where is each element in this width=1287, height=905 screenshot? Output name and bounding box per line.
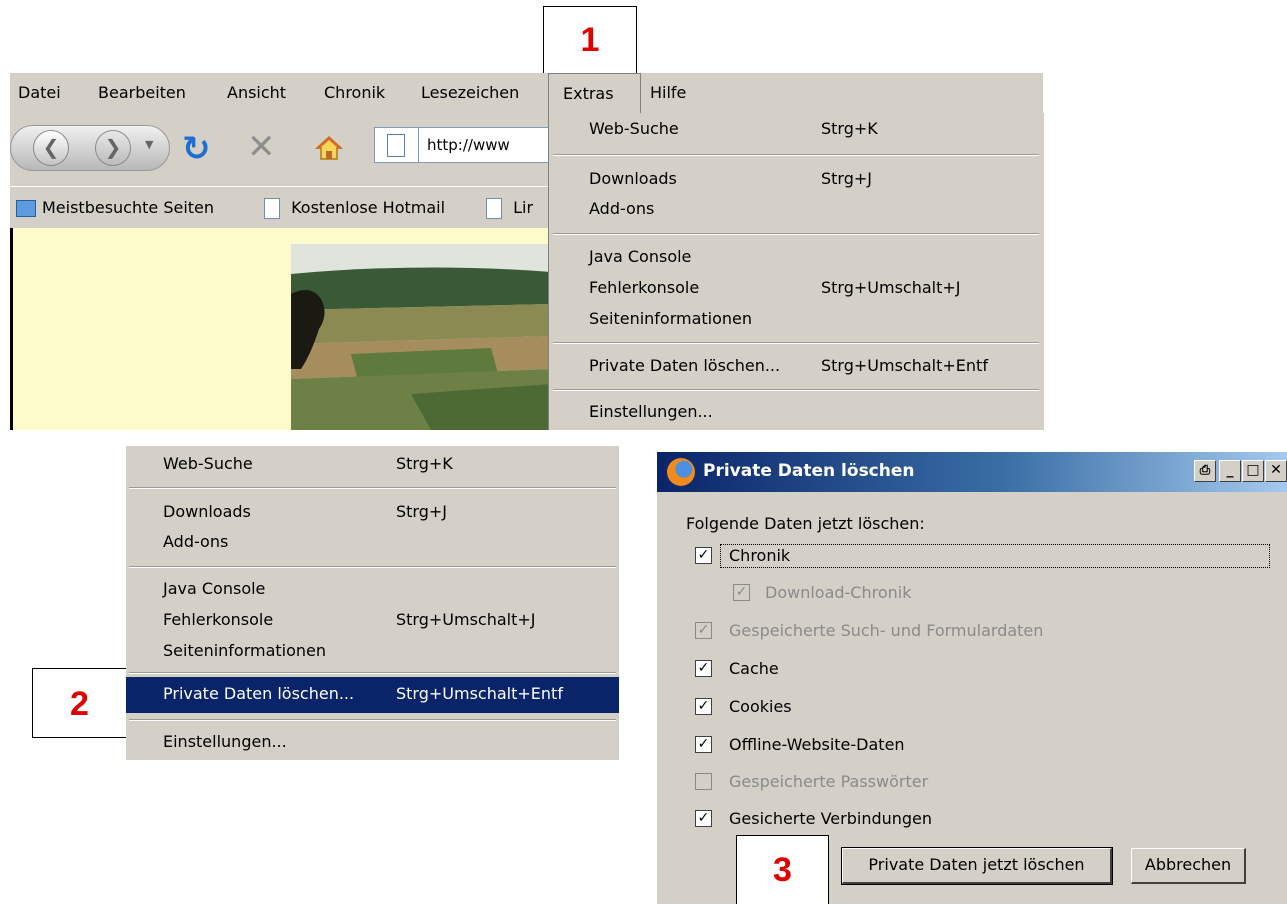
shortcut-web-search: Strg+K — [821, 119, 878, 138]
extras-menu-highlighted: Web-Suche Strg+K Downloads Strg+J Add-on… — [126, 446, 619, 760]
extras-menu: Web-Suche Strg+K Downloads Strg+J Add-on… — [548, 113, 1044, 430]
option-label-download-history: Download-Chronik — [765, 583, 912, 602]
dialog-title: Private Daten löschen — [703, 461, 915, 481]
bookmark-label: Meistbesuchte Seiten — [42, 198, 215, 217]
menu-separator — [553, 389, 1039, 391]
checkbox-history[interactable]: ✓ — [695, 547, 712, 564]
option-label-form-data: Gespeicherte Such- und Formulardaten — [729, 621, 1044, 640]
option-label-cookies: Cookies — [729, 697, 792, 716]
callout-step-2: 2 — [32, 668, 126, 738]
menu-lesezeichen[interactable]: Lesezeichen — [421, 83, 519, 102]
bookmark-label: Lir — [513, 198, 534, 217]
highlighted-menu-item[interactable]: Private Daten löschen... Strg+Umschalt+E… — [126, 677, 619, 713]
page-icon — [387, 134, 405, 157]
menu-item-page-info[interactable]: Seiteninformationen — [589, 309, 752, 328]
menu-item-addons[interactable]: Add-ons — [163, 532, 228, 551]
checkbox-cookies[interactable]: ✓ — [695, 698, 712, 715]
menu-bearbeiten[interactable]: Bearbeiten — [98, 83, 186, 102]
focus-rectangle — [720, 544, 1270, 568]
menu-item-clear-private-data[interactable]: Private Daten löschen... — [589, 356, 780, 375]
checkbox-passwords[interactable] — [695, 773, 712, 790]
option-label-cache: Cache — [729, 659, 779, 678]
menu-item-settings[interactable]: Einstellungen... — [163, 732, 287, 751]
bookmark-links[interactable]: Lir — [486, 198, 533, 219]
page-content — [10, 228, 551, 430]
menu-extras[interactable]: Extras — [548, 73, 641, 113]
url-divider — [418, 128, 419, 162]
menu-item-downloads[interactable]: Downloads — [163, 502, 251, 521]
back-forward-group: ❮ ❯ ▼ — [10, 125, 170, 171]
menu-separator — [129, 566, 616, 568]
checkbox-authenticated-sessions[interactable]: ✓ — [695, 810, 712, 827]
menu-item-page-info[interactable]: Seiteninformationen — [163, 641, 326, 660]
print-icon[interactable]: ⎙ — [1194, 460, 1216, 482]
menu-item-downloads[interactable]: Downloads — [589, 169, 677, 188]
menu-item-addons[interactable]: Add-ons — [589, 199, 654, 218]
callout-step-1: 1 — [543, 6, 637, 73]
menu-separator — [553, 233, 1039, 235]
menu-ansicht[interactable]: Ansicht — [227, 83, 286, 102]
menu-separator — [553, 342, 1039, 344]
bookmark-hotmail[interactable]: Kostenlose Hotmail — [264, 198, 445, 219]
shortcut-downloads: Strg+J — [821, 169, 873, 188]
option-label-authenticated-sessions: Gesicherte Verbindungen — [729, 809, 933, 828]
menu-chronik[interactable]: Chronik — [324, 83, 385, 102]
option-label-history: Chronik — [729, 546, 791, 565]
dialog-instruction: Folgende Daten jetzt löschen: — [686, 514, 925, 533]
menu-item-web-search[interactable]: Web-Suche — [589, 119, 679, 138]
menu-separator — [129, 719, 616, 721]
menu-item-error-console[interactable]: Fehlerkonsole — [163, 610, 273, 629]
clear-now-button[interactable]: Private Daten jetzt löschen — [841, 847, 1113, 885]
page-icon — [264, 198, 280, 219]
reload-icon[interactable]: ↻ — [182, 129, 211, 169]
menu-datei[interactable]: Datei — [18, 83, 61, 102]
menu-item-error-console[interactable]: Fehlerkonsole — [589, 278, 699, 297]
option-label-offline-data: Offline-Website-Daten — [729, 735, 905, 754]
shortcut-error-console: Strg+Umschalt+J — [396, 610, 536, 629]
callout-step-3: 3 — [736, 835, 829, 904]
menu-separator — [129, 672, 616, 674]
menu-separator — [553, 154, 1039, 156]
bookmarks-toolbar: Meistbesuchte Seiten Kostenlose Hotmail … — [10, 186, 548, 229]
menu-item-java-console[interactable]: Java Console — [589, 247, 691, 266]
menu-extras-label: Extras — [563, 84, 614, 103]
minimize-button[interactable]: _ — [1219, 460, 1241, 482]
close-button[interactable]: ✕ — [1265, 460, 1287, 482]
back-button[interactable]: ❮ — [33, 130, 69, 166]
bookmark-label: Kostenlose Hotmail — [291, 198, 446, 217]
menu-item-clear-private-data: Private Daten löschen... — [163, 684, 355, 703]
url-text: http://www — [427, 136, 510, 154]
checkbox-offline-data[interactable]: ✓ — [695, 736, 712, 753]
checkbox-download-history[interactable]: ✓ — [733, 584, 750, 601]
option-label-passwords: Gespeicherte Passwörter — [729, 772, 929, 791]
smart-folder-icon — [16, 200, 36, 217]
checkbox-form-data[interactable]: ✓ — [695, 622, 712, 639]
stop-icon[interactable]: ✕ — [247, 127, 276, 167]
navigation-toolbar: ❮ ❯ ▼ ↻ ✕ http://www — [10, 113, 549, 186]
menu-separator — [129, 487, 616, 489]
shortcut-error-console: Strg+Umschalt+J — [821, 278, 961, 297]
menu-hilfe[interactable]: Hilfe — [650, 83, 686, 102]
bookmark-meistbesuchte[interactable]: Meistbesuchte Seiten — [16, 198, 214, 217]
menu-item-java-console[interactable]: Java Console — [163, 579, 265, 598]
checkbox-cache[interactable]: ✓ — [695, 660, 712, 677]
shortcut-web-search: Strg+K — [396, 454, 453, 473]
shortcut-downloads: Strg+J — [396, 502, 448, 521]
shortcut-clear-private-data: Strg+Umschalt+Entf — [396, 684, 563, 703]
history-dropdown-icon[interactable]: ▼ — [145, 138, 153, 151]
landscape-photo — [291, 244, 551, 430]
home-icon[interactable] — [315, 135, 343, 165]
page-icon — [486, 198, 502, 219]
cancel-button[interactable]: Abbrechen — [1131, 848, 1246, 884]
firefox-icon — [667, 458, 695, 486]
shortcut-clear-private-data: Strg+Umschalt+Entf — [821, 356, 988, 375]
menu-item-web-search[interactable]: Web-Suche — [163, 454, 253, 473]
forward-button[interactable]: ❯ — [95, 130, 131, 166]
menu-item-settings[interactable]: Einstellungen... — [589, 402, 713, 421]
menu-bar: Datei Bearbeiten Ansicht Chronik Lesezei… — [10, 73, 1043, 113]
dialog-title-bar[interactable]: Private Daten löschen ⎙ _ □ ✕ — [657, 452, 1287, 492]
url-field[interactable]: http://www — [374, 127, 549, 163]
maximize-button[interactable]: □ — [1242, 460, 1264, 482]
